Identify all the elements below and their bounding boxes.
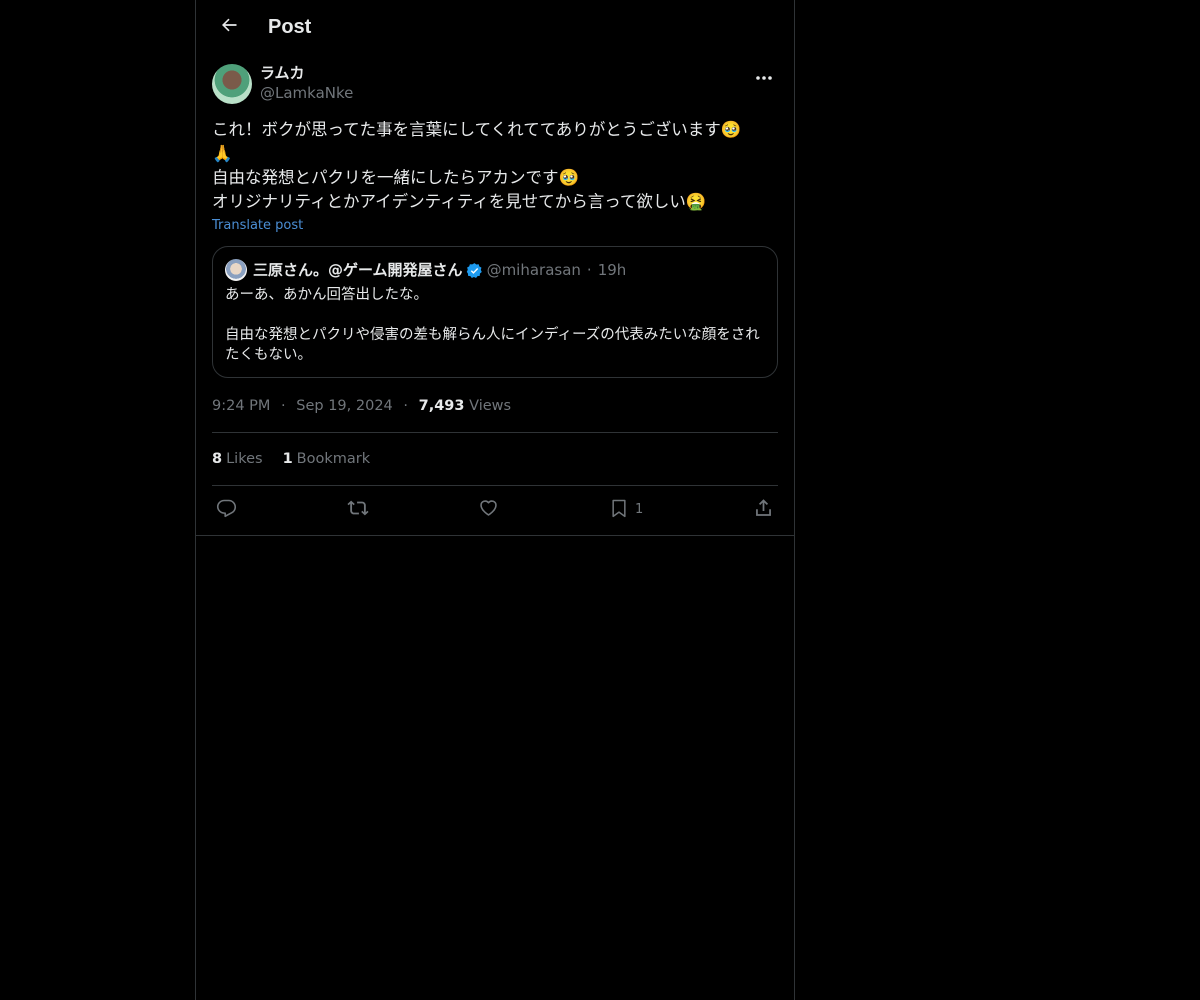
quote-time: 19h <box>597 261 627 279</box>
post: ラムカ @LamkaNke これ！ボクが思ってた事を言葉にしてくれててありがとう… <box>196 54 794 533</box>
post-meta: 9:24 PM · Sep 19, 2024 · 7,493 Views <box>212 396 778 433</box>
post-date[interactable]: Sep 19, 2024 <box>296 398 393 414</box>
repost-button[interactable] <box>347 497 369 523</box>
quote-avatar <box>225 259 247 281</box>
quote-display-name: 三原さん。@ゲーム開発屋さん <box>253 261 463 279</box>
author-display-name[interactable]: ラムカ <box>260 64 353 83</box>
quote-separator: · <box>586 261 592 279</box>
post-stats: 8 Likes 1 Bookmark <box>212 433 778 486</box>
repost-icon <box>347 497 369 523</box>
likes-count: 8 <box>212 451 223 467</box>
main-column: Post ラムカ @LamkaNke これ！ボクが思ってた事を言葉にしてくれてて… <box>195 0 795 1000</box>
translate-link[interactable]: Translate post <box>212 214 303 238</box>
bookmark-count: 1 <box>635 502 644 517</box>
views-label: Views <box>469 398 512 414</box>
post-text: これ！ボクが思ってた事を言葉にしてくれててありがとうございます🥹 🙏 自由な発想… <box>212 120 742 211</box>
bookmark-button[interactable]: 1 <box>609 497 643 523</box>
page-title: Post <box>268 15 312 38</box>
share-icon <box>753 497 774 522</box>
back-arrow-icon <box>219 15 239 39</box>
more-button[interactable] <box>750 64 778 86</box>
author-row: ラムカ @LamkaNke <box>212 64 778 106</box>
bookmark-icon <box>609 497 629 523</box>
meta-separator: · <box>281 398 286 414</box>
more-icon <box>755 66 773 85</box>
quote-text: あーあ、あかん回答出したな。 自由な発想とパクリや侵害の差も解らん人にインディー… <box>225 287 760 363</box>
views-count: 7,493 <box>418 398 465 414</box>
reply-button[interactable] <box>216 497 237 522</box>
verified-icon <box>466 262 483 279</box>
bookmarks-count: 1 <box>282 451 293 467</box>
likes-stat[interactable]: 8 Likes <box>212 449 263 469</box>
author-handle[interactable]: @LamkaNke <box>260 83 353 103</box>
post-divider <box>196 535 794 536</box>
reply-icon <box>216 497 237 522</box>
bookmarks-label: Bookmark <box>296 451 371 467</box>
post-time[interactable]: 9:24 PM <box>212 398 270 414</box>
quote-header: 三原さん。@ゲーム開発屋さん @miharasan · 19h <box>225 259 765 281</box>
share-button[interactable] <box>753 497 774 522</box>
back-button[interactable] <box>212 10 246 44</box>
avatar[interactable] <box>212 64 252 104</box>
like-icon <box>478 497 499 522</box>
header: Post <box>196 0 794 54</box>
like-button[interactable] <box>478 497 499 522</box>
bookmarks-stat[interactable]: 1 Bookmark <box>283 449 371 469</box>
meta-separator-2: · <box>403 398 408 414</box>
author-names: ラムカ @LamkaNke <box>260 64 353 103</box>
quoted-post[interactable]: 三原さん。@ゲーム開発屋さん @miharasan · 19h あーあ、あかん回… <box>212 246 778 378</box>
quote-handle: @miharasan <box>486 261 581 279</box>
likes-label: Likes <box>226 451 263 467</box>
action-bar: 1 <box>212 486 778 533</box>
